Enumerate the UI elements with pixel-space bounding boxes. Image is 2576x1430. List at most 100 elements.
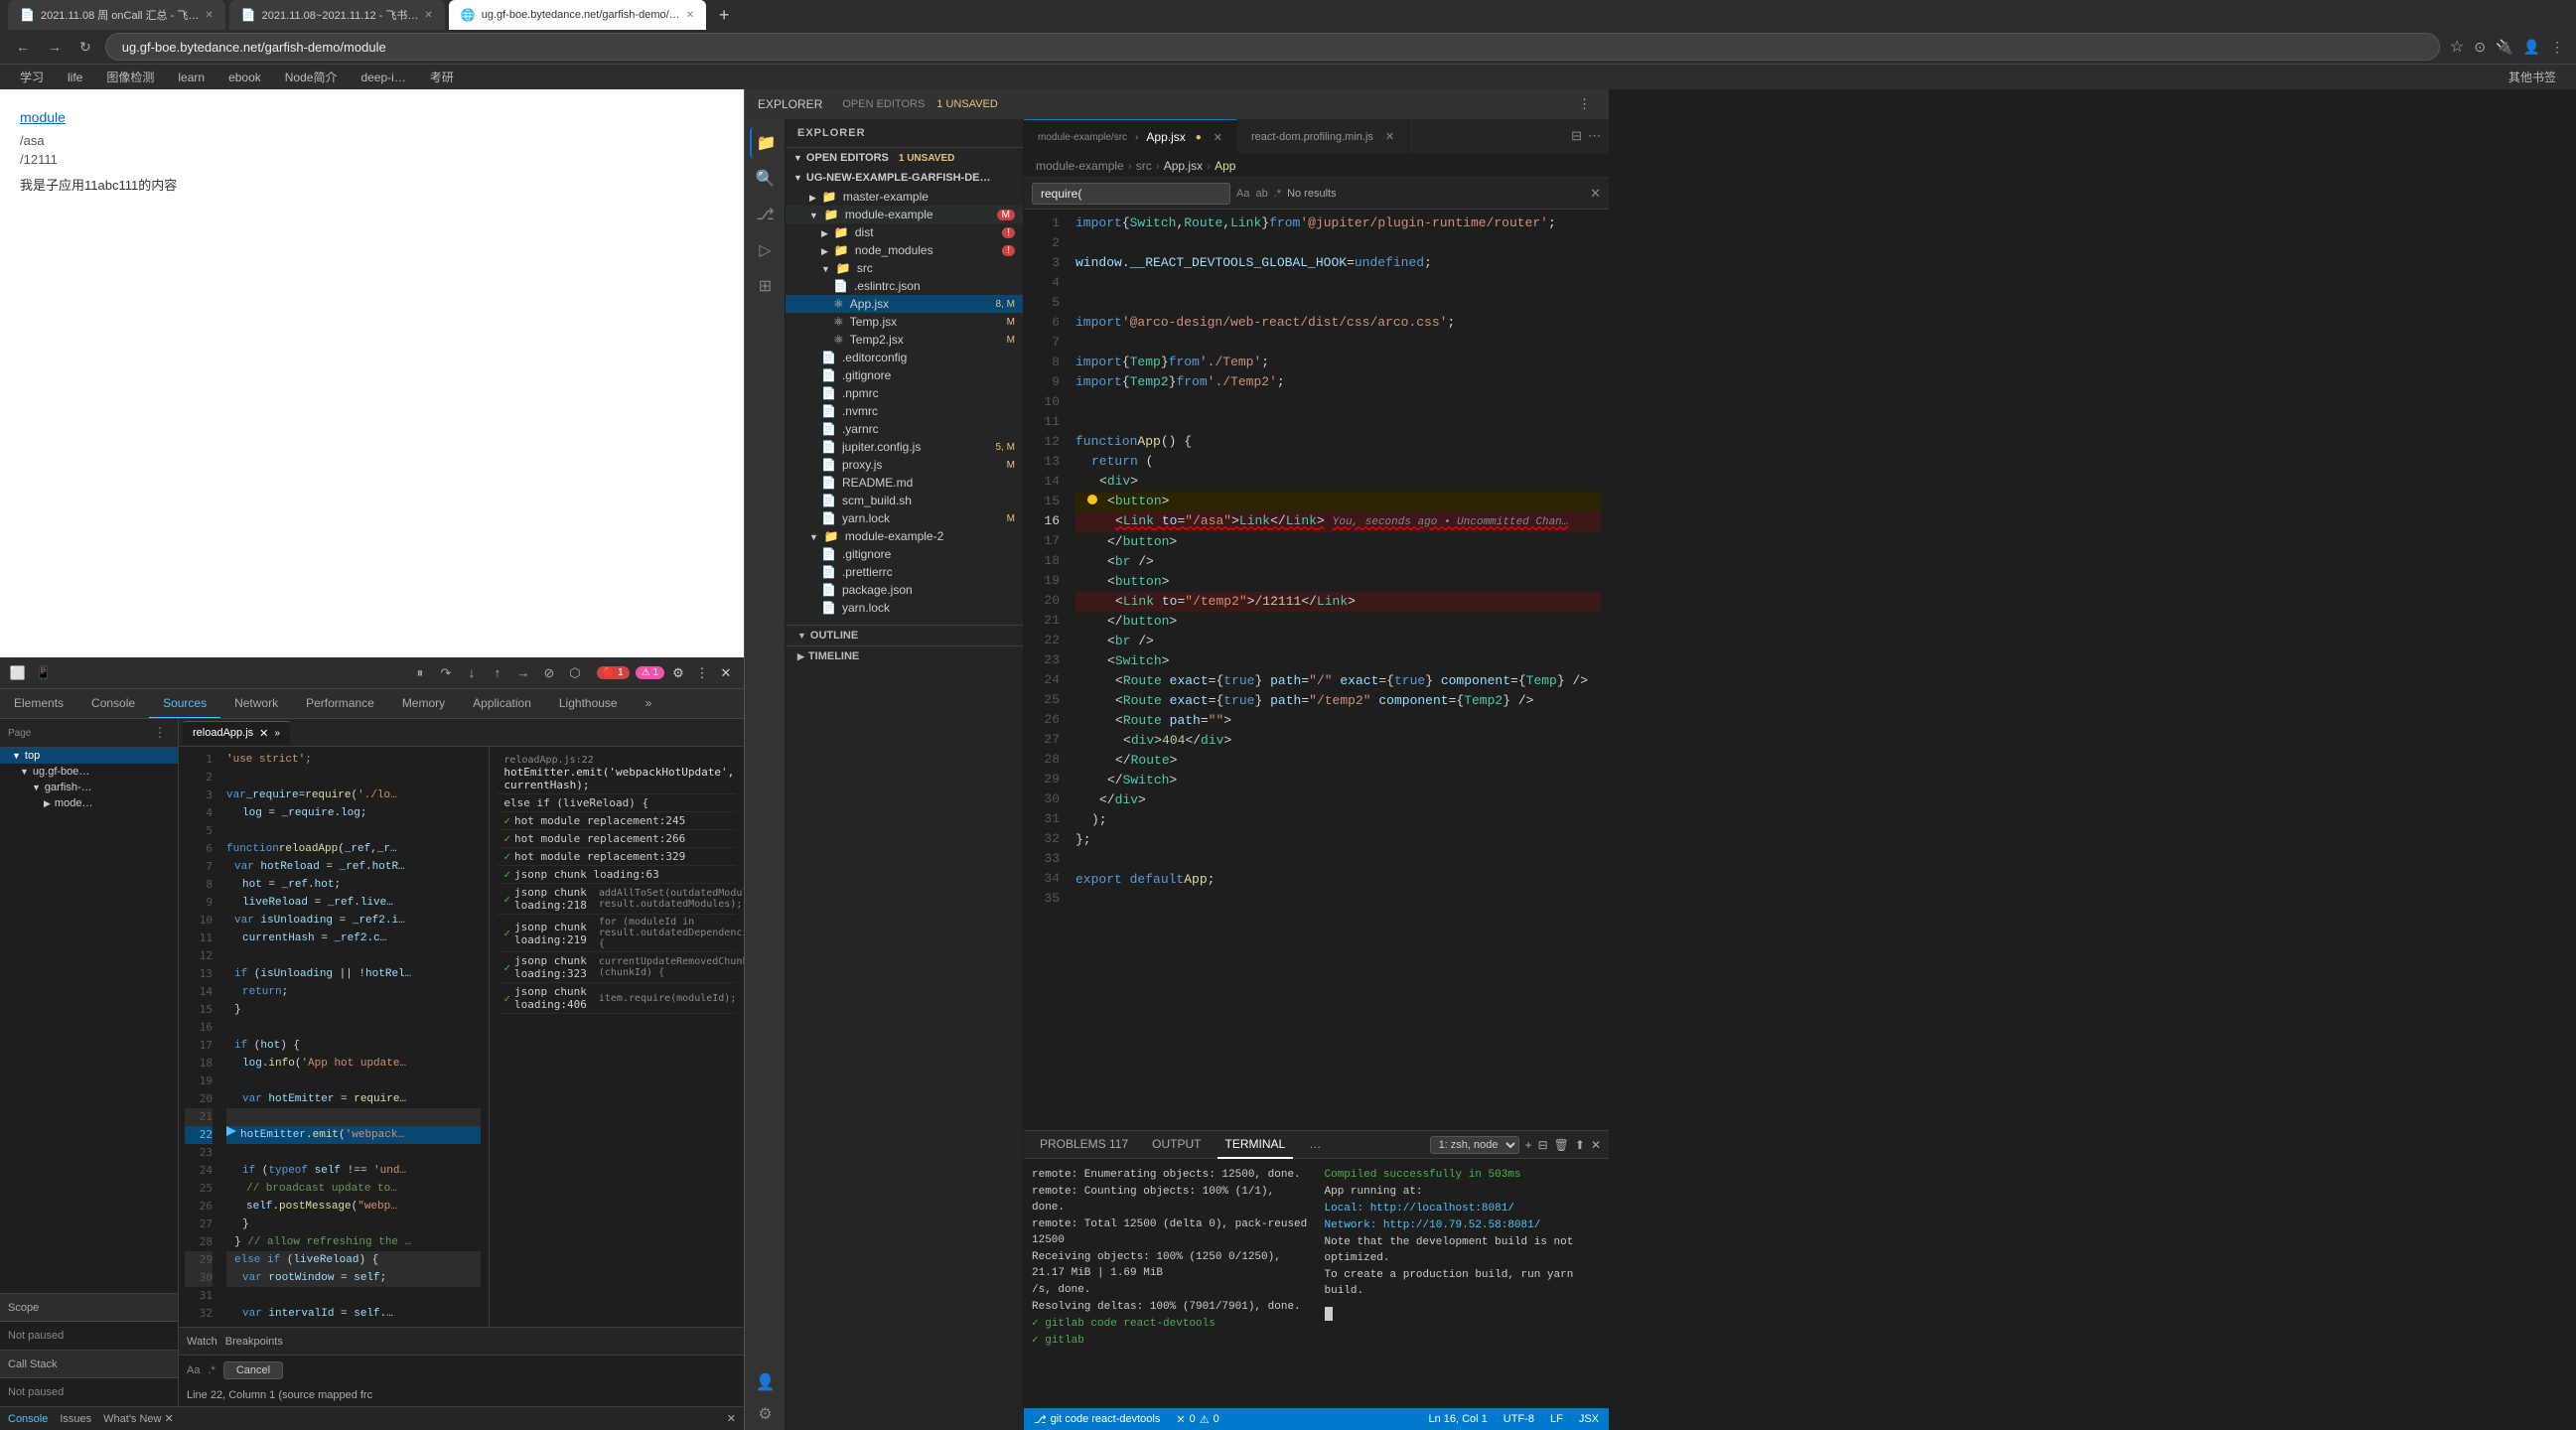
- breadcrumb-app-fn[interactable]: App: [1215, 159, 1235, 173]
- kill-terminal-button[interactable]: 🗑: [1554, 1138, 1569, 1152]
- profile-icon[interactable]: 👤: [2523, 39, 2540, 56]
- bookmark-other[interactable]: 其他书签: [2501, 67, 2564, 87]
- vscode-search-input[interactable]: [1032, 183, 1230, 205]
- tab-memory[interactable]: Memory: [388, 689, 459, 719]
- new-tab-button[interactable]: +: [710, 1, 738, 29]
- language-status[interactable]: JSX: [1579, 1413, 1599, 1425]
- step-over-button[interactable]: ↷: [436, 663, 456, 683]
- explorer-icon[interactable]: 📁: [750, 127, 782, 159]
- match-word-icon[interactable]: ab: [1255, 188, 1267, 200]
- encoding-status[interactable]: UTF-8: [1503, 1413, 1534, 1425]
- use-regex-icon[interactable]: .*: [1274, 188, 1281, 200]
- pause-button[interactable]: ⏸: [410, 663, 430, 683]
- reload-button[interactable]: ↻: [75, 35, 95, 60]
- step-out-button[interactable]: ↑: [488, 663, 507, 683]
- tab-lighthouse[interactable]: Lighthouse: [545, 689, 632, 719]
- tree-garfish[interactable]: garfish-…: [0, 780, 178, 795]
- tree-node-modules[interactable]: 📁 node_modules !: [786, 241, 1023, 259]
- settings-button[interactable]: ⚙: [668, 663, 688, 683]
- git-branch-status[interactable]: ⎇ git code react-devtools: [1034, 1413, 1160, 1426]
- vscode-more-options[interactable]: ⋮: [1578, 96, 1591, 112]
- tree-yarnlock1[interactable]: 📄 yarn.lock M: [786, 509, 1023, 527]
- search-bar-close[interactable]: ✕: [1590, 186, 1601, 202]
- extensions-icon[interactable]: ⊞: [750, 270, 782, 302]
- breakpoints-button[interactable]: ⬡: [565, 663, 585, 683]
- tree-temp2jsx[interactable]: ⚛ Temp2.jsx M: [786, 331, 1023, 349]
- maximize-terminal-button[interactable]: ⬆: [1575, 1138, 1585, 1152]
- bookmark-study[interactable]: 考研: [422, 67, 462, 87]
- tree-top[interactable]: top: [0, 748, 178, 764]
- tree-gitignore1[interactable]: 📄 .gitignore: [786, 366, 1023, 384]
- tree-npmrc[interactable]: 📄 .npmrc: [786, 384, 1023, 402]
- tree-master-example[interactable]: 📁 master-example: [786, 188, 1023, 206]
- tree-ug[interactable]: ug.gf-boe…: [0, 764, 178, 780]
- bookmark-learn[interactable]: learn: [170, 69, 213, 86]
- accounts-icon[interactable]: 👤: [750, 1366, 782, 1398]
- url-input[interactable]: [105, 33, 2440, 61]
- bookmark-ebook[interactable]: ebook: [220, 69, 269, 86]
- tree-appjsx[interactable]: ⚛ App.jsx 8, M: [786, 295, 1023, 313]
- source-tab-close[interactable]: ✕: [259, 727, 268, 740]
- tab-performance[interactable]: Performance: [292, 689, 388, 719]
- deactivate-breakpoints-button[interactable]: ⊘: [539, 663, 559, 683]
- tree-proxyjs[interactable]: 📄 proxy.js M: [786, 456, 1023, 474]
- console-tab-bottom[interactable]: Console: [8, 1413, 48, 1425]
- more-editor-actions[interactable]: ⋯: [1588, 128, 1601, 144]
- tree-readme[interactable]: 📄 README.md: [786, 474, 1023, 492]
- issues-tab-bottom[interactable]: Issues: [60, 1413, 91, 1425]
- forward-button[interactable]: →: [44, 35, 66, 59]
- device-toolbar-button[interactable]: 📱: [34, 663, 54, 683]
- terminal-selector[interactable]: 1: zsh, node: [1430, 1136, 1519, 1154]
- tab-2-close[interactable]: ✕: [424, 10, 432, 21]
- source-control-icon[interactable]: ⎇: [750, 199, 782, 230]
- problems-tab[interactable]: PROBLEMS 117: [1032, 1131, 1136, 1159]
- timeline-header[interactable]: TIMELINE: [786, 646, 1023, 666]
- tree-prettierrc[interactable]: 📄 .prettierrc: [786, 563, 1023, 581]
- output-tab[interactable]: OUTPUT: [1144, 1131, 1209, 1159]
- github-icon[interactable]: ⊙: [2474, 39, 2486, 56]
- tree-dist[interactable]: 📁 dist !: [786, 223, 1023, 241]
- menu-button[interactable]: ⋮: [2550, 39, 2564, 56]
- tab-1[interactable]: 📄 2021.11.08 周 onCall 汇总 - 飞… ✕: [8, 0, 225, 30]
- split-editor-icon[interactable]: ⊟: [1571, 128, 1582, 144]
- more-tab[interactable]: …: [1301, 1131, 1329, 1159]
- tab-close-icon[interactable]: ✕: [1214, 131, 1222, 144]
- search-icon[interactable]: 🔍: [750, 163, 782, 195]
- tree-eslintrc[interactable]: 📄 .eslintrc.json: [786, 277, 1023, 295]
- bookmark-deep[interactable]: deep-i…: [353, 69, 413, 86]
- eol-status[interactable]: LF: [1550, 1413, 1563, 1425]
- breadcrumb-module-example[interactable]: module-example: [1036, 159, 1124, 173]
- tree-yarnrc[interactable]: 📄 .yarnrc: [786, 420, 1023, 438]
- bookmark-node[interactable]: Node简介: [277, 67, 346, 87]
- line-col-status[interactable]: Ln 16, Col 1: [1428, 1413, 1487, 1425]
- terminal-tab[interactable]: TERMINAL: [1217, 1131, 1294, 1159]
- back-button[interactable]: ←: [12, 35, 34, 59]
- settings-icon[interactable]: ⚙: [750, 1398, 782, 1430]
- split-terminal-button[interactable]: ⊟: [1538, 1138, 1548, 1152]
- run-debug-icon[interactable]: ▷: [750, 234, 782, 266]
- tree-yarnlock2[interactable]: 📄 yarn.lock: [786, 599, 1023, 617]
- breadcrumb-appjsx[interactable]: App.jsx: [1164, 159, 1203, 173]
- source-tab-nav[interactable]: »: [274, 728, 280, 739]
- vscode-tab-appjsx[interactable]: module-example/src › App.jsx ● ✕: [1024, 119, 1237, 154]
- tree-scmbuild[interactable]: 📄 scm_build.sh: [786, 492, 1023, 509]
- tab-profiling-close[interactable]: ✕: [1385, 130, 1394, 143]
- breadcrumb-src[interactable]: src: [1136, 159, 1152, 173]
- tree-gitignore2[interactable]: 📄 .gitignore: [786, 545, 1023, 563]
- tab-3-close[interactable]: ✕: [686, 10, 694, 21]
- source-file-tab[interactable]: reloadApp.js ✕ »: [183, 721, 290, 745]
- cancel-button[interactable]: Cancel: [223, 1361, 283, 1379]
- bookmark-life[interactable]: life: [60, 69, 90, 86]
- tab-elements[interactable]: Elements: [0, 689, 77, 719]
- outline-header[interactable]: OUTLINE: [786, 626, 1023, 645]
- tab-2[interactable]: 📄 2021.11.08~2021.11.12 - 飞书… ✕: [229, 0, 445, 30]
- tree-tempjsx[interactable]: ⚛ Temp.jsx M: [786, 313, 1023, 331]
- close-terminal-button[interactable]: ✕: [1591, 1138, 1601, 1152]
- tree-editorconfig[interactable]: 📄 .editorconfig: [786, 349, 1023, 366]
- tree-module-example[interactable]: 📁 module-example M: [786, 206, 1023, 223]
- inspect-element-button[interactable]: ⬜: [8, 663, 28, 683]
- tree-jupiterconfig[interactable]: 📄 jupiter.config.js 5, M: [786, 438, 1023, 456]
- bookmark-imgdet[interactable]: 图像检测: [98, 67, 162, 87]
- step-into-button[interactable]: ↓: [462, 663, 482, 683]
- errors-status[interactable]: ✕ 0 ⚠ 0: [1176, 1413, 1218, 1426]
